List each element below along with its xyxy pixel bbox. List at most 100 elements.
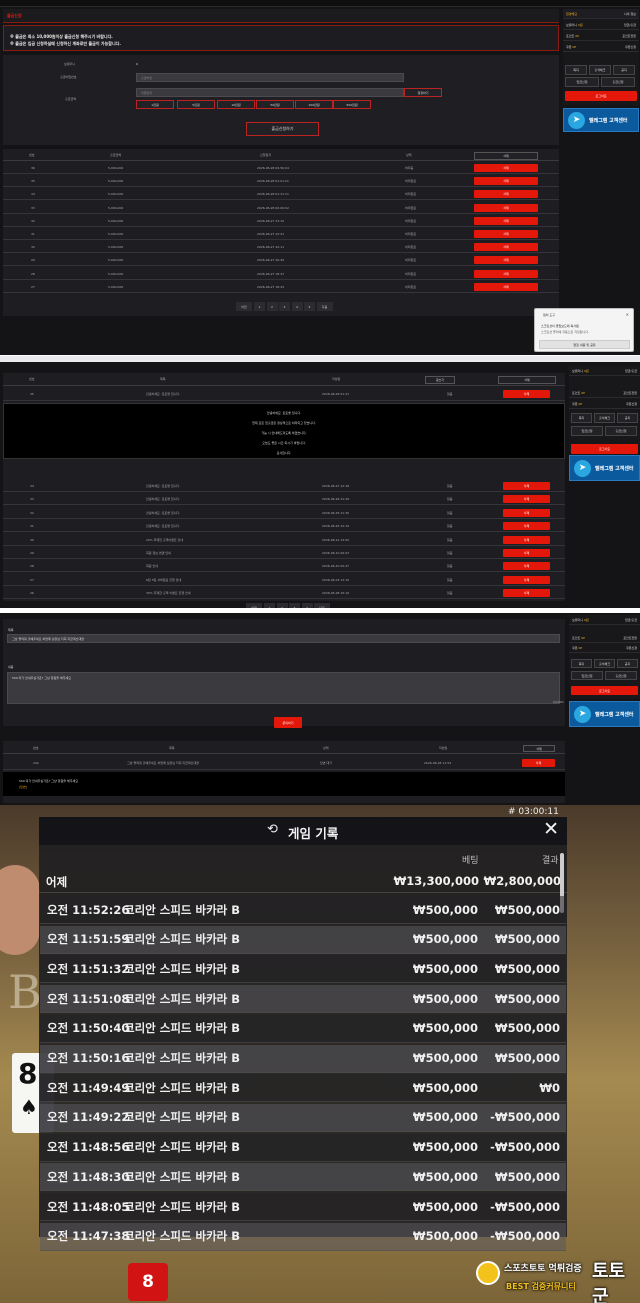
table-row[interactable]: 26 30% 무제한 출첵 이벤트 진행 안내 2026-05-28 16:19 읽음… [3, 586, 565, 600]
submit-inquiry-button[interactable]: 문의하기 [274, 717, 302, 728]
table-row[interactable]: 30 20% 무제한 출첵이벤트 안내 2026-06-14 13:05 읽음 삭제 [3, 533, 565, 546]
table-row[interactable]: 28 회원 안내 2026-06-10 00:47 읽음 삭제 [3, 559, 565, 573]
delete-button[interactable]: 삭제 [503, 575, 550, 584]
logout-button[interactable]: 로그아웃 [571, 444, 638, 454]
amount-input[interactable]: 직접입력 [136, 88, 404, 97]
inquiry-row[interactable]: 242 그냥 돌려줘 할예주세요 허맘께 실장님 저희 지금계신대면 답변 대기… [3, 756, 565, 770]
delete-all-button[interactable]: 삭제 [523, 745, 555, 752]
page-3[interactable]: 3 [279, 302, 290, 311]
delete-button[interactable]: 삭제 [503, 390, 550, 398]
popup-close-icon[interactable]: ✕ [626, 312, 629, 317]
amount-500man-button[interactable]: 500만원 [333, 100, 371, 109]
page-0[interactable]: 이전 [236, 302, 252, 311]
cell-date: 2026-06-25 22:19 [322, 524, 350, 529]
page-4[interactable]: 4 [291, 302, 303, 311]
my-info-link[interactable]: 나의 정보 [624, 12, 636, 16]
delete-button[interactable]: 삭제 [503, 589, 550, 598]
delete-button[interactable]: 삭제 [503, 535, 550, 544]
delete-button[interactable]: 삭제 [503, 508, 550, 517]
write-button[interactable]: 글쓰기 [425, 376, 455, 384]
page-5[interactable]: 다음 [314, 603, 330, 608]
delete-button[interactable]: 삭제 [474, 269, 538, 278]
content-textarea[interactable]: 500 미가 안내주실거죠? 그냥 항원을 해주세요 [7, 672, 560, 704]
delete-button[interactable]: 삭제 [503, 482, 550, 490]
page-5[interactable]: 5 [304, 302, 315, 311]
game-bet: ₩500,000 [412, 1169, 478, 1184]
delete-button[interactable]: 삭제 [503, 522, 550, 531]
point-convert-link[interactable]: 포인트전환 [622, 34, 636, 38]
sidebar-deposit-button[interactable]: 입금신청 [571, 671, 603, 680]
page-2[interactable]: 2 [266, 302, 278, 311]
amount-1man-button[interactable]: 1만원 [136, 100, 174, 109]
deposit-link[interactable]: 입금/출금 [624, 23, 636, 27]
telegram-banner[interactable]: ➤ 텔레그램 고객센터 [563, 108, 639, 132]
sidebar-coupon: 쿠폰 0P 쿠폰신청 [563, 42, 639, 52]
popup-edit-button[interactable]: 편집 내용 및 공유 [539, 340, 630, 349]
sidebar-message-button[interactable]: 쪽지 [571, 659, 592, 668]
delete-all-button[interactable]: 삭제 [498, 376, 556, 384]
delete-button[interactable]: 삭제 [474, 216, 538, 225]
sidebar-attendance-button[interactable]: 출석체크 [594, 413, 615, 423]
telegram-banner[interactable]: ➤ 텔레그램 고객센터 [569, 455, 640, 481]
sidebar-notice-button[interactable]: 공지 [617, 659, 638, 668]
close-icon[interactable]: ✕ [543, 818, 559, 840]
delete-button[interactable]: 삭제 [474, 203, 538, 212]
page-4[interactable]: 4 [301, 603, 313, 608]
amount-50man-button[interactable]: 50만원 [256, 100, 294, 109]
table-row[interactable]: 34 안녕하세요. 토토벳 입니다. 2026-06-27 12:18 읽음 삭제 [3, 479, 565, 492]
sidebar-deposit-button[interactable]: 입금신청 [571, 426, 603, 436]
sidebar-attendance-button[interactable]: 출석체크 [594, 659, 615, 668]
subject-input[interactable]: 그냥 돌려줘 할예주세요 허맘께 실장님 저희 지금계신대면 [7, 634, 560, 643]
telegram-banner[interactable]: ➤ 텔레그램 고객센터 [569, 701, 640, 727]
delete-button[interactable]: 삭제 [522, 759, 555, 767]
sidebar-message-button[interactable]: 쪽지 [571, 413, 592, 423]
page-1[interactable]: 1 [254, 302, 265, 311]
notice-expanded-row[interactable]: 35 안녕하세요. 토토벳 입니다. 2026-06-28 01:21 읽음 삭… [3, 387, 565, 401]
table-row[interactable]: 33 안녕하세요. 토토벳 입니다. 2026-06-26 21:29 읽음 삭제 [3, 492, 565, 506]
col-no: 번호 [29, 377, 35, 381]
table-row[interactable]: 31 안녕하세요. 토토벳 입니다. 2026-06-25 22:19 읽음 삭제 [3, 519, 565, 533]
amount-5man-button[interactable]: 5만원 [177, 100, 215, 109]
sidebar-withdraw-button[interactable]: 출금신청 [605, 426, 637, 436]
submit-withdraw-button[interactable]: 출금신청하기 [246, 122, 319, 136]
watermark-top: 스포츠토토 먹튀검증 [504, 1264, 582, 1274]
pagination: 이전 1 2 3 4 5 다음 [236, 302, 336, 311]
delete-button[interactable]: 삭제 [503, 562, 550, 571]
telegram-icon: ➤ [574, 705, 591, 723]
page-1[interactable]: 1 [264, 603, 275, 608]
delete-button[interactable]: 삭제 [503, 549, 550, 557]
sidebar-attendance-button[interactable]: 출석체크 [589, 65, 611, 75]
delete-all-button[interactable]: 삭제 [474, 152, 538, 160]
cell-status: 처리완료 [405, 179, 417, 184]
delete-button[interactable]: 삭제 [474, 190, 538, 199]
delete-button[interactable]: 삭제 [474, 164, 538, 172]
delete-button[interactable]: 삭제 [474, 282, 538, 291]
page-2[interactable]: 2 [276, 603, 288, 608]
password-input[interactable]: 출금비번 [136, 73, 404, 82]
delete-button[interactable]: 삭제 [474, 230, 538, 238]
reset-button[interactable]: 정정하기 [404, 88, 442, 97]
coupon-apply-link[interactable]: 쿠폰신청 [625, 45, 636, 49]
page-6[interactable]: 다음 [316, 302, 333, 311]
sidebar-withdraw-button[interactable]: 출금신청 [601, 77, 635, 87]
delete-button[interactable]: 삭제 [503, 495, 550, 504]
table-row[interactable]: 29 회원 정보 변경 안내 2026-06-10 09:03 읽음 삭제 [3, 546, 565, 559]
table-row[interactable]: 27 6월 3일 서버점검 진행 안내 2026-06-03 12:10 읽음 삭제 [3, 573, 565, 586]
sidebar-deposit-button[interactable]: 입금신청 [565, 77, 599, 87]
sidebar-message-button[interactable]: 쪽지 [565, 65, 587, 75]
page-3[interactable]: 3 [289, 603, 300, 608]
delete-button[interactable]: 삭제 [474, 243, 538, 252]
delete-button[interactable]: 삭제 [474, 177, 538, 186]
amount-10man-button[interactable]: 10만원 [217, 100, 255, 109]
cell-status: 처리완료 [405, 245, 417, 250]
cell-status: 처리완료 [405, 271, 417, 276]
sidebar-notice-button[interactable]: 공지 [617, 413, 638, 423]
page-0[interactable]: 이전 [246, 603, 262, 608]
amount-100man-button[interactable]: 100만원 [295, 100, 333, 109]
sidebar-notice-button[interactable]: 공지 [613, 65, 635, 75]
sidebar-withdraw-button[interactable]: 출금신청 [605, 671, 637, 680]
delete-button[interactable]: 삭제 [474, 256, 538, 265]
logout-button[interactable]: 로그아웃 [571, 686, 638, 695]
table-row[interactable]: 32 안녕하세요. 토토벳 입니다. 2026-06-25 21:30 읽음 삭제 [3, 506, 565, 519]
logout-button[interactable]: 로그아웃 [565, 91, 637, 101]
